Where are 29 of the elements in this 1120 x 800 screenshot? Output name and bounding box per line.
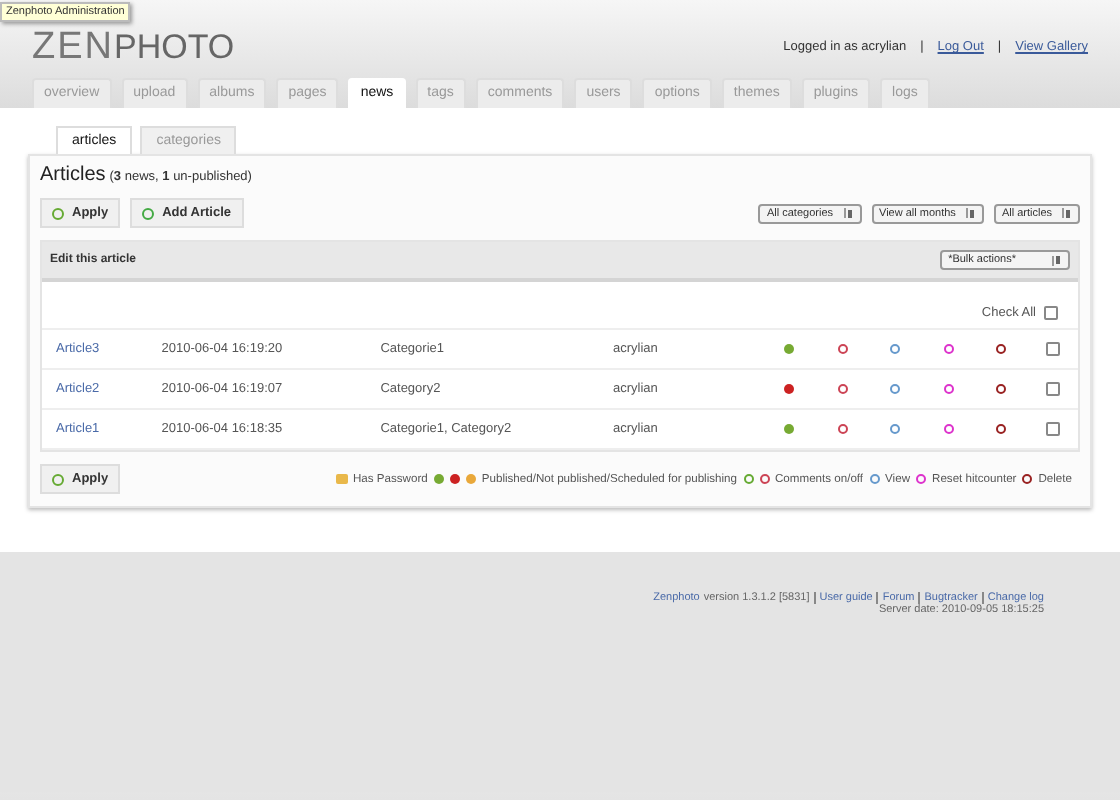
delete-icon[interactable] (995, 384, 1006, 394)
unpublished-icon[interactable] (784, 384, 795, 394)
reset-hitcounter-icon[interactable] (943, 384, 954, 394)
view-icon[interactable] (890, 344, 901, 354)
checkbox[interactable] (1045, 342, 1060, 356)
published-icon[interactable] (784, 424, 795, 434)
zenphoto-logo[interactable]: ZEN PHOTO (32, 25, 235, 69)
checkbox[interactable] (1045, 422, 1060, 436)
delete-icon[interactable] (995, 344, 1006, 354)
reset-hitcounter-icon (916, 474, 927, 484)
page-heading: Articles (40, 164, 106, 186)
comments-on-icon (743, 474, 753, 484)
scheduled-icon (465, 474, 476, 484)
view-icon[interactable] (890, 424, 901, 434)
view-icon[interactable] (890, 384, 901, 394)
comments-icon[interactable] (837, 424, 848, 434)
view-icon (869, 474, 880, 484)
delete-icon[interactable] (995, 424, 1006, 434)
comments-icon[interactable] (837, 344, 848, 354)
unpublished-icon (449, 474, 460, 484)
published-icon[interactable] (784, 344, 795, 354)
reset-hitcounter-icon[interactable] (943, 344, 954, 354)
delete-icon (1022, 474, 1033, 484)
reset-hitcounter-icon[interactable] (943, 424, 954, 434)
checkbox[interactable] (1045, 382, 1060, 396)
comments-icon[interactable] (837, 384, 848, 394)
published-icon (433, 474, 444, 484)
checkbox[interactable] (1044, 306, 1058, 320)
comments-off-icon (759, 474, 769, 484)
